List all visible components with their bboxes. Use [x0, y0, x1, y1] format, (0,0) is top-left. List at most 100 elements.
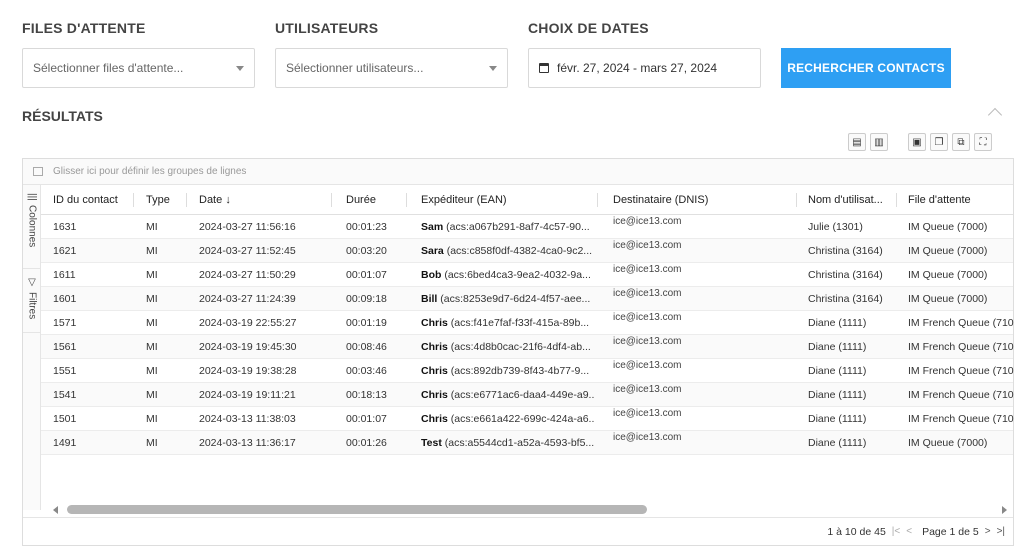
cell-recipient: ice@ice13.com [613, 240, 682, 251]
table-row[interactable]: 1571 MI 2024-03-19 22:55:27 00:01:19 Chris (… [41, 311, 1014, 335]
table-row[interactable]: 1561 MI 2024-03-19 19:45:30 00:08:46 Chris (… [41, 335, 1014, 359]
cell-duration: 00:08:46 [346, 341, 387, 353]
calendar-icon [539, 63, 549, 73]
last-page-icon[interactable]: >| [997, 526, 1005, 537]
col-header-recipient[interactable]: Destinataire (DNIS) [613, 185, 708, 215]
cell-sender: Bob (acs:6bed4ca3-9ea2-4032-9a... [421, 263, 595, 287]
scrollbar-thumb[interactable] [67, 505, 647, 514]
filters-tab[interactable]: ▽ Filtres [23, 273, 41, 333]
cell-type: MI [146, 365, 158, 377]
date-range-picker[interactable]: févr. 27, 2024 - mars 27, 2024 [528, 48, 761, 88]
cell-type: MI [146, 269, 158, 281]
queues-label: FILES D'ATTENTE [22, 20, 146, 36]
collapse-chevron-icon[interactable] [987, 107, 1003, 123]
popout-icon[interactable]: ⧉ [952, 133, 970, 151]
results-title: RÉSULTATS [22, 108, 103, 124]
table-row[interactable]: 1501 MI 2024-03-13 11:38:03 00:01:07 Chris (… [41, 407, 1014, 431]
columns-icon: ||| [26, 193, 38, 201]
table-row[interactable]: 1621 MI 2024-03-27 11:52:45 00:03:20 Sara (a… [41, 239, 1013, 263]
cell-queue: IM Queue (7000) [908, 437, 988, 449]
dates-label: CHOIX DE DATES [528, 20, 649, 36]
row-count: 1 à 10 de 45 [827, 525, 886, 538]
cell-date: 2024-03-19 22:55:27 [199, 317, 297, 329]
scroll-right-icon[interactable] [1002, 506, 1007, 514]
view-toolbar: ▣ ❐ ⧉ ⛶ [908, 133, 992, 151]
sender-address: (acs:6bed4ca3-9ea2-4032-9a... [441, 269, 591, 281]
save-icon[interactable]: ▣ [908, 133, 926, 151]
first-page-icon[interactable]: |< [892, 526, 900, 537]
sender-name: Bob [421, 269, 442, 281]
cell-sender: Test (acs:a5544cd1-a52a-4593-bf5... [421, 431, 595, 455]
cell-date: 2024-03-19 19:38:28 [199, 365, 297, 377]
cell-queue: IM Queue (7000) [908, 269, 988, 281]
cell-type: MI [146, 293, 158, 305]
cell-username: Diane (1111) [808, 365, 867, 377]
cell-recipient: ice@ice13.com [613, 312, 682, 323]
table-row[interactable]: 1601 MI 2024-03-27 11:24:39 00:09:18 Bill (a… [41, 287, 1013, 311]
col-header-type[interactable]: Type [146, 185, 170, 215]
columns-tab[interactable]: ||| Colonnes [23, 189, 41, 269]
sender-name: Test [421, 437, 442, 449]
sender-address: (acs:a067b291-8af7-4c57-90... [443, 221, 590, 233]
cell-duration: 00:18:13 [346, 389, 387, 401]
queues-select-placeholder: Sélectionner files d'attente... [33, 61, 184, 75]
cell-contact-id: 1491 [53, 437, 77, 449]
cell-type: MI [146, 317, 158, 329]
cell-duration: 00:03:46 [346, 365, 387, 377]
sender-name: Sam [421, 221, 444, 233]
queues-select[interactable]: Sélectionner files d'attente... [22, 48, 255, 88]
next-page-icon[interactable]: > [985, 526, 991, 537]
cell-type: MI [146, 437, 158, 449]
cell-contact-id: 1601 [53, 293, 77, 305]
row-group-drop-zone[interactable]: Glisser ici pour définir les groupes de … [23, 159, 1013, 185]
cell-type: MI [146, 245, 158, 257]
cell-queue: IM French Queue (710 [908, 341, 1014, 353]
cell-duration: 00:01:26 [346, 437, 387, 449]
cell-date: 2024-03-27 11:50:29 [199, 269, 296, 281]
col-header-duration[interactable]: Durée [346, 185, 376, 215]
col-header-contact-id[interactable]: ID du contact [53, 185, 118, 215]
col-header-queue[interactable]: File d'attente [908, 185, 971, 215]
cell-username: Diane (1111) [808, 413, 867, 425]
sender-name: Chris [421, 341, 448, 353]
filters-tab-label: Filtres [26, 292, 38, 320]
cell-contact-id: 1501 [53, 413, 77, 425]
cell-date: 2024-03-19 19:45:30 [199, 341, 297, 353]
sender-address: (acs:a5544cd1-a52a-4593-bf5... [441, 437, 595, 449]
sort-down-icon: ↓ [225, 194, 231, 206]
sender-address: (acs:e661a422-699c-424a-a6... [447, 413, 595, 425]
fullscreen-icon[interactable]: ⛶ [974, 133, 992, 151]
table-row[interactable]: 1541 MI 2024-03-19 19:11:21 00:18:13 Chris (… [41, 383, 1014, 407]
copy-icon[interactable]: ❐ [930, 133, 948, 151]
sender-address: (acs:f41e7faf-f33f-415a-89b... [447, 317, 590, 329]
users-label: UTILISATEURS [275, 20, 379, 36]
cell-type: MI [146, 221, 158, 233]
col-header-username[interactable]: Nom d'utilisat... [808, 185, 883, 215]
horizontal-scrollbar[interactable] [41, 503, 1013, 517]
table-row[interactable]: 1551 MI 2024-03-19 19:38:28 00:03:46 Chris (… [41, 359, 1014, 383]
col-header-sender[interactable]: Expéditeur (EAN) [421, 185, 507, 215]
cell-recipient: ice@ice13.com [613, 336, 682, 347]
prev-page-icon[interactable]: < [906, 526, 912, 537]
col-header-date[interactable]: Date ↓ [199, 185, 231, 215]
table-row[interactable]: 1631 MI 2024-03-27 11:56:16 00:01:23 Sam (ac… [41, 215, 1013, 239]
cell-contact-id: 1621 [53, 245, 77, 257]
filter-icon: ▽ [26, 277, 38, 288]
search-contacts-button[interactable]: RECHERCHER CONTACTS [781, 48, 951, 88]
table-row[interactable]: 1611 MI 2024-03-27 11:50:29 00:01:07 Bob (ac… [41, 263, 1013, 287]
table-row[interactable]: 1491 MI 2024-03-13 11:36:17 00:01:26 Test (a… [41, 431, 1013, 455]
cell-date: 2024-03-27 11:52:45 [199, 245, 296, 257]
export-toolbar: ▤ ▥ [848, 133, 888, 151]
cell-recipient: ice@ice13.com [613, 216, 682, 227]
cell-date: 2024-03-19 19:11:21 [199, 389, 296, 401]
cell-queue: IM French Queue (710 [908, 365, 1014, 377]
cell-username: Diane (1111) [808, 341, 867, 353]
scroll-left-icon[interactable] [53, 506, 58, 514]
cell-recipient: ice@ice13.com [613, 408, 682, 419]
export-excel-icon[interactable]: ▤ [848, 133, 866, 151]
date-range-value: févr. 27, 2024 - mars 27, 2024 [557, 61, 718, 75]
users-select[interactable]: Sélectionner utilisateurs... [275, 48, 508, 88]
export-csv-icon[interactable]: ▥ [870, 133, 888, 151]
columns-tab-label: Colonnes [26, 204, 38, 248]
cell-duration: 00:01:07 [346, 269, 387, 281]
